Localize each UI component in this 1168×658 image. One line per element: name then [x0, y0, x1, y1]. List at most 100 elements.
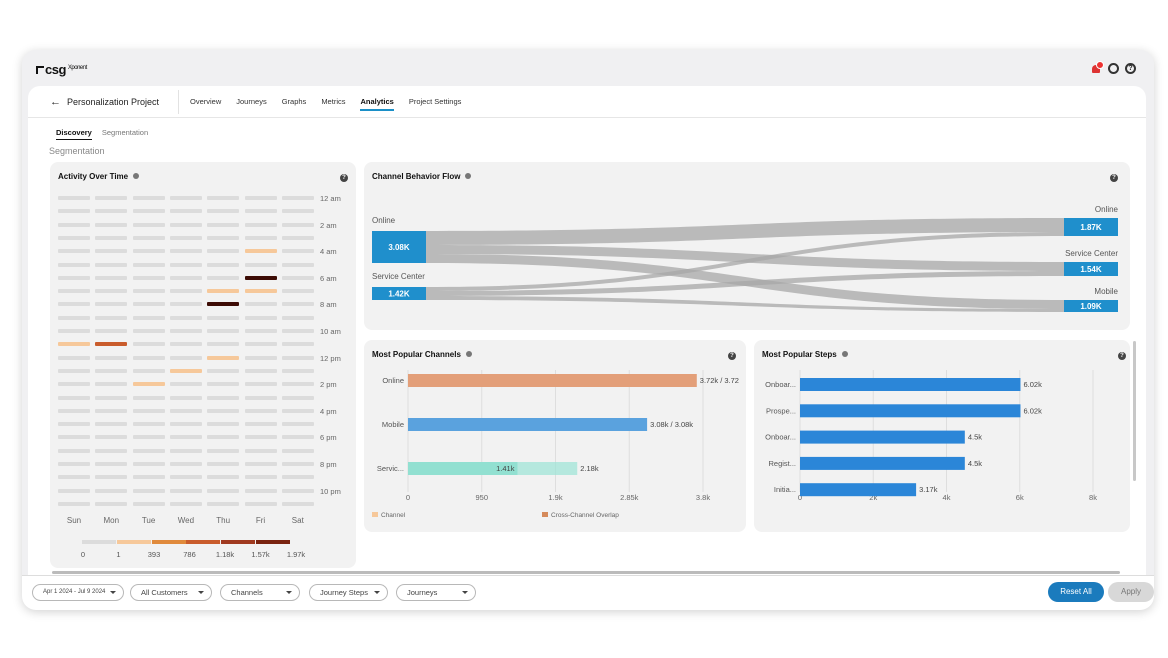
- heatmap-cell[interactable]: [58, 262, 90, 267]
- heatmap-cell[interactable]: [207, 501, 240, 506]
- heatmap-cell[interactable]: [169, 475, 202, 480]
- heatmap-cell[interactable]: [58, 289, 90, 294]
- heatmap-cell[interactable]: [244, 395, 277, 400]
- heatmap-cell[interactable]: [169, 262, 202, 267]
- heatmap-cell[interactable]: [95, 275, 128, 280]
- vertical-scrollbar[interactable]: [1133, 341, 1136, 481]
- heatmap-cell[interactable]: [132, 435, 165, 440]
- heatmap-cell[interactable]: [207, 262, 240, 267]
- heatmap-cell[interactable]: [207, 408, 240, 413]
- heatmap-cell[interactable]: [58, 329, 90, 333]
- heatmap-cell[interactable]: [58, 302, 90, 307]
- heatmap-cell[interactable]: [95, 501, 128, 506]
- heatmap-cell[interactable]: [281, 382, 314, 387]
- heatmap-cell[interactable]: [244, 342, 277, 347]
- nav-tab-analytics[interactable]: Analytics: [360, 97, 394, 111]
- heatmap-cell[interactable]: [244, 488, 277, 493]
- heatmap-cell[interactable]: [169, 448, 202, 453]
- heatmap-cell[interactable]: [95, 382, 128, 387]
- heatmap-cell[interactable]: [132, 382, 165, 387]
- heatmap-cell[interactable]: [132, 315, 165, 320]
- overlap-bar[interactable]: [408, 462, 578, 475]
- heatmap-cell[interactable]: [132, 249, 165, 254]
- heatmap-cell[interactable]: [132, 235, 165, 240]
- heatmap-cell[interactable]: [132, 501, 165, 506]
- channel-bar[interactable]: [408, 374, 697, 387]
- heatmap-cell[interactable]: [169, 329, 202, 333]
- heatmap-cell[interactable]: [58, 222, 90, 227]
- heatmap-cell[interactable]: [207, 209, 240, 214]
- heatmap-cell[interactable]: [58, 448, 90, 453]
- heatmap-cell[interactable]: [207, 355, 240, 360]
- flow-link[interactable]: [426, 218, 1064, 245]
- heatmap-cell[interactable]: [132, 462, 165, 466]
- heatmap-cell[interactable]: [281, 275, 314, 280]
- heatmap-cell[interactable]: [207, 475, 240, 480]
- heatmap-cell[interactable]: [244, 262, 277, 267]
- step-bar[interactable]: [800, 378, 1021, 391]
- heatmap-cell[interactable]: [95, 315, 128, 320]
- heatmap-cell[interactable]: [58, 235, 90, 240]
- step-bar[interactable]: [800, 404, 1021, 418]
- heatmap-cell[interactable]: [132, 342, 165, 347]
- heatmap-cell[interactable]: [281, 368, 314, 373]
- heatmap-cell[interactable]: [58, 249, 90, 254]
- heatmap-cell[interactable]: [207, 435, 240, 440]
- heatmap-cell[interactable]: [244, 289, 277, 294]
- heatmap-cell[interactable]: [132, 475, 165, 480]
- heatmap-cell[interactable]: [95, 462, 128, 466]
- heatmap-cell[interactable]: [281, 342, 314, 347]
- heatmap-cell[interactable]: [95, 249, 128, 254]
- heatmap-cell[interactable]: [244, 302, 277, 307]
- heatmap-cell[interactable]: [169, 355, 202, 360]
- heatmap-cell[interactable]: [132, 262, 165, 267]
- heatmap-cell[interactable]: [95, 368, 128, 373]
- heatmap-cell[interactable]: [207, 196, 240, 200]
- heatmap-cell[interactable]: [244, 235, 277, 240]
- heatmap-cell[interactable]: [58, 209, 90, 214]
- horizontal-scrollbar[interactable]: [52, 571, 1120, 574]
- heatmap-cell[interactable]: [132, 275, 165, 280]
- heatmap-cell[interactable]: [281, 329, 314, 333]
- heatmap-cell[interactable]: [169, 249, 202, 254]
- filter-dropdown[interactable]: Journey Steps: [309, 584, 388, 601]
- heatmap-cell[interactable]: [207, 342, 240, 347]
- heatmap-cell[interactable]: [169, 222, 202, 227]
- heatmap-cell[interactable]: [95, 475, 128, 480]
- heatmap-cell[interactable]: [207, 395, 240, 400]
- heatmap-cell[interactable]: [169, 408, 202, 413]
- subtab-discovery[interactable]: Discovery: [56, 128, 92, 140]
- heatmap-cell[interactable]: [58, 382, 90, 387]
- heatmap-cell[interactable]: [58, 408, 90, 413]
- heatmap-cell[interactable]: [132, 422, 165, 427]
- heatmap-cell[interactable]: [281, 422, 314, 427]
- heatmap-cell[interactable]: [58, 462, 90, 466]
- heatmap-cell[interactable]: [244, 448, 277, 453]
- heatmap-cell[interactable]: [281, 501, 314, 506]
- heatmap-cell[interactable]: [244, 462, 277, 466]
- heatmap-cell[interactable]: [244, 501, 277, 506]
- heatmap-cell[interactable]: [244, 209, 277, 214]
- heatmap-cell[interactable]: [132, 368, 165, 373]
- heatmap-cell[interactable]: [58, 368, 90, 373]
- heatmap-cell[interactable]: [95, 435, 128, 440]
- heatmap-cell[interactable]: [95, 422, 128, 427]
- heatmap-cell[interactable]: [95, 196, 128, 200]
- heatmap-cell[interactable]: [169, 395, 202, 400]
- heatmap-cell[interactable]: [244, 249, 277, 254]
- heatmap-cell[interactable]: [169, 382, 202, 387]
- heatmap-cell[interactable]: [207, 222, 240, 227]
- heatmap-cell[interactable]: [132, 196, 165, 200]
- nav-tab-overview[interactable]: Overview: [190, 97, 221, 111]
- heatmap-cell[interactable]: [169, 368, 202, 373]
- heatmap-cell[interactable]: [169, 302, 202, 307]
- heatmap-cell[interactable]: [58, 422, 90, 427]
- step-bar[interactable]: [800, 430, 965, 444]
- heatmap-cell[interactable]: [244, 475, 277, 480]
- heatmap-cell[interactable]: [169, 462, 202, 466]
- heatmap-cell[interactable]: [169, 501, 202, 506]
- heatmap-cell[interactable]: [207, 302, 240, 307]
- heatmap-cell[interactable]: [58, 275, 90, 280]
- heatmap-cell[interactable]: [281, 408, 314, 413]
- heatmap-cell[interactable]: [95, 488, 128, 493]
